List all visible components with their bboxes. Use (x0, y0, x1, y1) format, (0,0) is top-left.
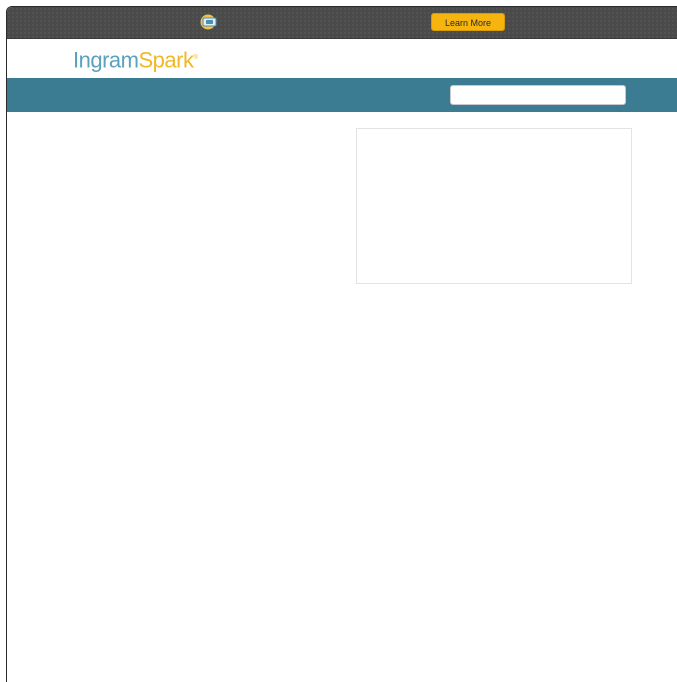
logo-text-spark: Spark (138, 47, 194, 73)
content-panel (356, 128, 632, 284)
logo-text-ingram: Ingram (73, 47, 139, 73)
logo-registered-mark: ® (193, 55, 198, 61)
search-input[interactable] (450, 85, 626, 105)
ingramspark-logo[interactable]: IngramSpark® (73, 44, 198, 74)
site-header: IngramSpark® (7, 39, 677, 79)
ticket-icon (199, 14, 219, 30)
promo-banner: Learn More (7, 7, 677, 39)
navigation-bar (7, 78, 677, 112)
learn-more-button[interactable]: Learn More (431, 13, 505, 31)
browser-window: Learn More IngramSpark® (6, 6, 677, 682)
